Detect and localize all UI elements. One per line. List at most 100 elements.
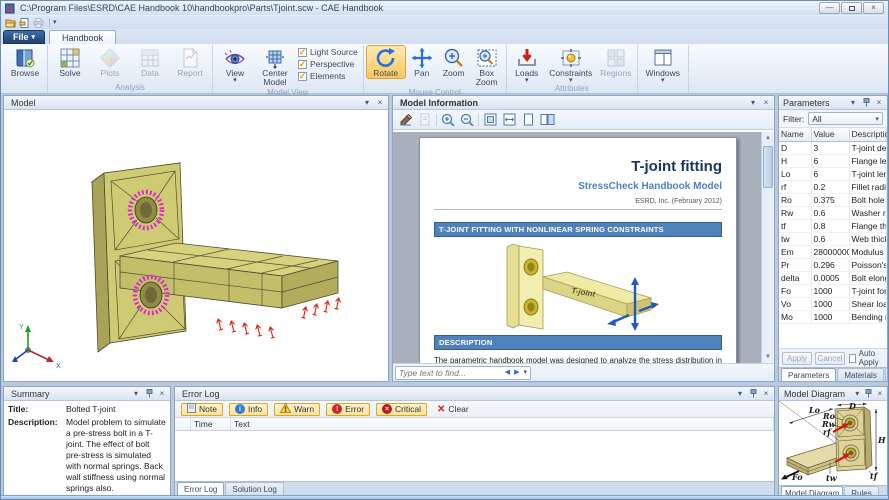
fit-width-icon[interactable]	[501, 112, 517, 127]
center-model-button[interactable]: Center Model	[255, 45, 295, 88]
report-button[interactable]: Report	[170, 45, 210, 79]
model-diagram-close-icon[interactable]: ×	[876, 389, 884, 399]
error-log-menu-icon[interactable]: ▾	[735, 389, 745, 399]
auto-apply-checkbox[interactable]: Auto Apply	[849, 349, 884, 367]
regions-button[interactable]: Regions	[597, 45, 635, 79]
close-button[interactable]: ×	[863, 2, 884, 14]
parameters-pin-icon[interactable]	[861, 98, 871, 107]
constraints-button[interactable]: Constraints ▾	[545, 45, 597, 84]
column-header-value[interactable]: Value	[811, 128, 850, 142]
info-toggle-button[interactable]: i Info	[228, 402, 269, 416]
loads-button[interactable]: Loads ▾	[509, 45, 545, 84]
ribbon-group-browse: Browse	[3, 45, 48, 93]
parameter-row[interactable]: Fo1000T-joint force	[779, 284, 887, 298]
import-file-icon[interactable]	[19, 17, 30, 28]
column-header-name[interactable]: Name	[779, 128, 812, 142]
parameters-menu-icon[interactable]: ▾	[848, 98, 858, 108]
tab-solution-log[interactable]: Solution Log	[225, 482, 284, 495]
parameter-row[interactable]: Ro0.375Bolt hole radius	[779, 193, 887, 207]
tab-parameters[interactable]: Parameters	[781, 368, 837, 381]
fit-page-icon[interactable]	[482, 112, 498, 127]
parameter-row[interactable]: Pr0.296Poisson's ratio	[779, 258, 887, 272]
column-header-time[interactable]: Time	[191, 418, 231, 430]
open-file-icon[interactable]	[5, 18, 16, 28]
find-next-icon[interactable]: ▶	[514, 369, 519, 376]
warn-toggle-button[interactable]: Warn	[274, 402, 321, 416]
parameter-row[interactable]: D3T-joint depth	[779, 141, 887, 155]
solve-button[interactable]: Solve	[50, 45, 90, 79]
parameter-row[interactable]: Rw0.6Washer radius	[779, 206, 887, 220]
qat-dropdown-icon[interactable]: ▾	[53, 19, 57, 26]
clear-log-button[interactable]: ✕ Clear	[433, 403, 473, 416]
data-button[interactable]: Data	[130, 45, 170, 79]
parameter-row[interactable]: Em28000000Modulus of Elas	[779, 245, 887, 259]
error-toggle-button[interactable]: ! Error	[326, 402, 371, 416]
summary-close-icon[interactable]: ×	[157, 389, 167, 399]
model-info-close-icon[interactable]: ×	[761, 98, 771, 108]
find-options-icon[interactable]: ▾	[523, 369, 527, 376]
plots-button[interactable]: Plots	[90, 45, 130, 79]
windows-button[interactable]: Windows ▾	[640, 45, 686, 84]
tab-handbook[interactable]: Handbook	[49, 30, 117, 44]
zoom-in-icon[interactable]	[440, 112, 456, 127]
tab-materials[interactable]: Materials	[837, 368, 884, 381]
facing-pages-icon[interactable]	[539, 112, 555, 127]
copy-page-icon[interactable]	[417, 112, 433, 127]
note-toggle-button[interactable]: Note	[181, 402, 223, 416]
parameter-row[interactable]: delta0.0005Bolt elongation	[779, 271, 887, 285]
column-header-text[interactable]: Text	[231, 418, 774, 430]
parameters-close-icon[interactable]: ×	[874, 98, 884, 108]
summary-pin-icon[interactable]	[144, 389, 154, 398]
zoom-button[interactable]: Zoom	[438, 45, 470, 79]
light-source-checkbox[interactable]: ✓ Light Source	[298, 47, 358, 57]
scroll-up-icon[interactable]: ▲	[762, 132, 774, 144]
cancel-button[interactable]: Cancel	[815, 351, 845, 365]
svg-text:Lo: Lo	[808, 405, 821, 415]
restore-button[interactable]	[841, 2, 862, 14]
rotate-button[interactable]: Rotate	[365, 45, 406, 79]
parameter-row[interactable]: Vo1000Shear load	[779, 297, 887, 311]
error-log-rows[interactable]	[175, 431, 774, 481]
rotate-icon	[374, 47, 398, 69]
tab-laminate[interactable]: Laminate...	[884, 368, 887, 381]
parameter-row[interactable]: H6Flange length	[779, 154, 887, 168]
model-3d-viewport[interactable]: Y X	[4, 110, 388, 381]
find-input[interactable]	[399, 367, 501, 378]
filter-select[interactable]: All ▾	[808, 112, 883, 125]
apply-button[interactable]: Apply	[782, 351, 812, 365]
column-header-description[interactable]: Description	[849, 128, 887, 142]
tab-error-log[interactable]: Error Log	[177, 482, 225, 495]
model-panel-close-icon[interactable]: ×	[375, 98, 385, 108]
parameter-row[interactable]: Lo6T-joint length	[779, 167, 887, 181]
elements-checkbox[interactable]: ✓ Elements	[298, 71, 358, 81]
zoom-out-icon[interactable]	[459, 112, 475, 127]
parameter-row[interactable]: tf0.8Flange thickness	[779, 219, 887, 233]
parameter-row[interactable]: Mo1000Bending moment	[779, 310, 887, 324]
box-zoom-button[interactable]: Box Zoom	[470, 45, 504, 88]
error-log-pin-icon[interactable]	[748, 389, 758, 398]
model-info-menu-icon[interactable]: ▾	[748, 98, 758, 108]
minimize-button[interactable]: —	[819, 2, 840, 14]
critical-toggle-button[interactable]: × Critical	[376, 402, 428, 416]
parameter-row[interactable]: rf0.2Fillet radius	[779, 180, 887, 194]
print-icon[interactable]	[33, 17, 44, 28]
single-page-icon[interactable]	[520, 112, 536, 127]
find-previous-icon[interactable]: ◀	[505, 369, 510, 376]
model-diagram-pin-icon[interactable]	[864, 389, 872, 398]
model-diagram-menu-icon[interactable]: ▾	[853, 389, 861, 399]
pan-button[interactable]: Pan	[406, 45, 438, 79]
document-scrollbar[interactable]: ▲ ▼	[761, 132, 774, 363]
perspective-checkbox[interactable]: ✓ Perspective	[298, 59, 358, 69]
error-log-close-icon[interactable]: ×	[761, 389, 771, 399]
parameter-row[interactable]: tw0.6Web thickness	[779, 232, 887, 246]
model-panel-menu-icon[interactable]: ▾	[362, 98, 372, 108]
scroll-down-icon[interactable]: ▼	[762, 351, 774, 363]
scrollbar-thumb[interactable]	[763, 146, 773, 188]
file-menu-button[interactable]: File ▾	[3, 30, 46, 44]
document-view[interactable]: T-joint fitting StressCheck Handbook Mod…	[393, 130, 774, 363]
print-document-icon[interactable]	[398, 112, 414, 127]
group-label-attributes: Attributes	[554, 83, 589, 93]
view-button[interactable]: View ▾	[215, 45, 255, 84]
summary-menu-icon[interactable]: ▾	[131, 389, 141, 399]
browse-button[interactable]: Browse	[5, 45, 45, 79]
